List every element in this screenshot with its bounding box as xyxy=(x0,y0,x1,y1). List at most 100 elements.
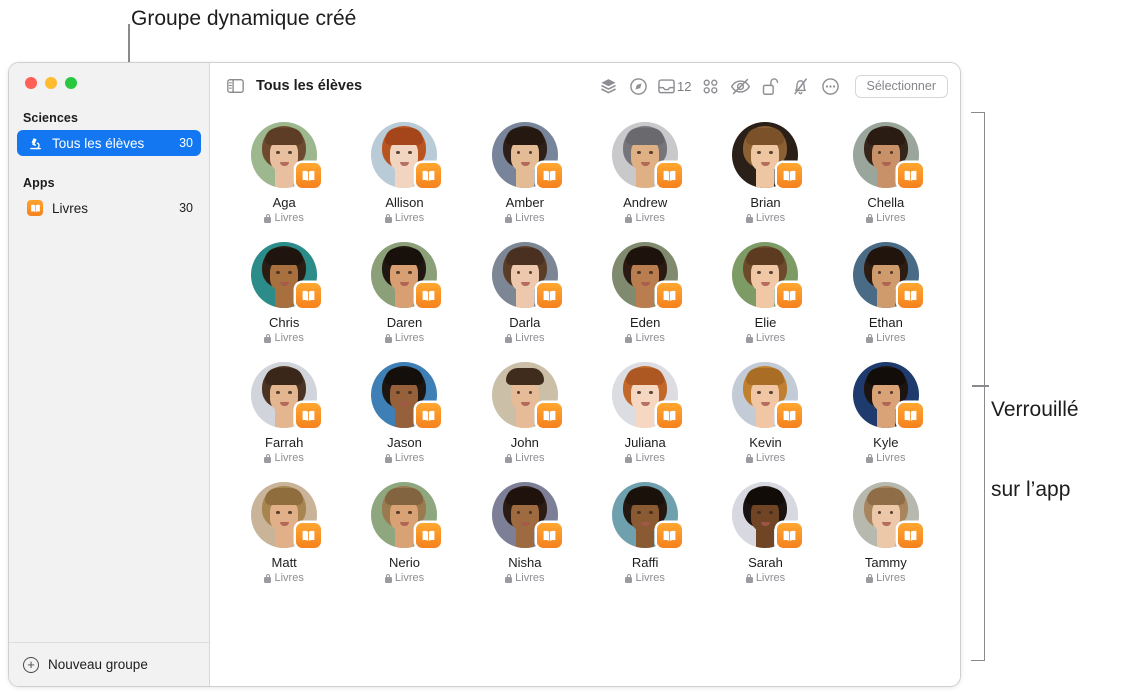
student-card[interactable]: Raffi Livres xyxy=(585,482,705,584)
student-card[interactable]: Nisha Livres xyxy=(465,482,585,584)
student-app-label: Livres xyxy=(515,332,545,344)
sidebar-item-livres[interactable]: Livres 30 xyxy=(17,195,201,221)
student-card[interactable]: Amber Livres xyxy=(465,122,585,224)
students-grid: Aga Livres Allison Livres Amber Livres Andrew L… xyxy=(210,109,960,584)
lock-icon xyxy=(505,573,513,583)
avatar-wrapper xyxy=(732,242,803,308)
student-app-label: Livres xyxy=(274,452,304,464)
student-app-label: Livres xyxy=(394,572,425,584)
bell-slash-icon[interactable] xyxy=(786,72,816,100)
avatar-wrapper xyxy=(371,362,442,428)
student-card[interactable]: Juliana Livres xyxy=(585,362,705,464)
sidebar-section-header-sciences: Sciences xyxy=(23,111,79,125)
student-name: Daren xyxy=(386,315,423,330)
minimize-window-button[interactable] xyxy=(45,77,57,89)
new-group-label: Nouveau groupe xyxy=(48,657,148,672)
student-card[interactable]: Ethan Livres xyxy=(826,242,946,344)
student-locked-app: Livres xyxy=(866,572,906,584)
student-name: John xyxy=(510,435,539,450)
student-locked-app: Livres xyxy=(505,572,545,584)
student-name: Matt xyxy=(271,555,297,570)
student-card[interactable]: John Livres xyxy=(465,362,585,464)
student-name: Aga xyxy=(272,195,296,210)
books-app-badge-icon xyxy=(296,163,322,188)
sidebar: Sciences Tous les élèves 30 Apps Livres … xyxy=(9,63,210,686)
sidebar-item-tous-les-eleves[interactable]: Tous les élèves 30 xyxy=(17,130,201,156)
annotation-right-label: Verrouillé sur l’app xyxy=(991,343,1079,558)
books-app-badge-icon xyxy=(416,403,442,428)
books-app-badge-icon xyxy=(536,163,562,188)
student-card[interactable]: Chris Livres xyxy=(224,242,344,344)
avatar-wrapper xyxy=(852,362,923,428)
student-card[interactable]: Jason Livres xyxy=(344,362,464,464)
student-card[interactable]: Allison Livres xyxy=(344,122,464,224)
tray-button[interactable]: 12 xyxy=(653,72,695,100)
lock-icon xyxy=(866,573,874,583)
window-traffic-lights xyxy=(9,63,209,89)
close-window-button[interactable] xyxy=(25,77,37,89)
grid-icon[interactable] xyxy=(696,72,726,100)
student-name: Raffi xyxy=(631,555,659,570)
sidebar-toggle-icon[interactable] xyxy=(224,72,246,100)
student-app-label: Livres xyxy=(755,452,786,464)
lock-icon xyxy=(264,213,272,223)
student-app-label: Livres xyxy=(876,212,906,224)
new-group-button[interactable]: + Nouveau groupe xyxy=(9,642,209,686)
books-app-badge-icon xyxy=(416,163,442,188)
plus-circle-icon: + xyxy=(23,656,39,673)
student-locked-app: Livres xyxy=(745,572,786,584)
zoom-window-button[interactable] xyxy=(65,77,77,89)
lock-icon xyxy=(505,213,513,223)
lock-icon xyxy=(264,453,272,463)
student-name: Brian xyxy=(750,195,781,210)
student-app-label: Livres xyxy=(876,332,906,344)
select-button[interactable]: Sélectionner xyxy=(854,74,948,98)
ellipsis-circle-icon[interactable] xyxy=(816,72,846,100)
student-name: Farrah xyxy=(265,435,304,450)
student-card[interactable]: Farrah Livres xyxy=(224,362,344,464)
student-app-label: Livres xyxy=(876,452,906,464)
student-card[interactable]: Sarah Livres xyxy=(705,482,825,584)
lock-icon xyxy=(264,333,272,343)
avatar-wrapper xyxy=(612,122,683,188)
student-name: Chris xyxy=(268,315,300,330)
student-card[interactable]: Chella Livres xyxy=(826,122,946,224)
toolbar: Tous les élèves 12 Sélectionner xyxy=(210,63,960,109)
student-card[interactable]: Darla Livres xyxy=(465,242,585,344)
lock-icon xyxy=(745,453,753,463)
student-app-label: Livres xyxy=(755,572,786,584)
books-app-badge-icon xyxy=(657,403,683,428)
student-name: Juliana xyxy=(624,435,666,450)
lock-open-icon[interactable] xyxy=(756,72,786,100)
avatar-wrapper xyxy=(251,362,322,428)
annotation-top-label: Groupe dynamique créé xyxy=(131,7,357,30)
avatar-wrapper xyxy=(251,122,322,188)
avatar-wrapper xyxy=(852,482,923,548)
student-card[interactable]: Matt Livres xyxy=(224,482,344,584)
student-card[interactable]: Kyle Livres xyxy=(826,362,946,464)
books-app-badge-icon xyxy=(536,403,562,428)
student-card[interactable]: Tammy Livres xyxy=(826,482,946,584)
student-locked-app: Livres xyxy=(625,572,665,584)
eye-slash-icon[interactable] xyxy=(726,72,756,100)
student-app-label: Livres xyxy=(635,572,665,584)
student-name: Nisha xyxy=(508,555,542,570)
student-card[interactable]: Elie Livres xyxy=(705,242,825,344)
sidebar-item-label: Tous les élèves xyxy=(52,135,145,151)
page-title: Tous les élèves xyxy=(256,78,363,94)
student-card[interactable]: Eden Livres xyxy=(585,242,705,344)
student-card[interactable]: Nerio Livres xyxy=(344,482,464,584)
avatar-wrapper xyxy=(251,482,322,548)
lock-icon xyxy=(264,573,272,583)
student-card[interactable]: Aga Livres xyxy=(224,122,344,224)
navigate-icon[interactable] xyxy=(623,72,653,100)
lock-icon xyxy=(505,333,513,343)
student-card[interactable]: Andrew Livres xyxy=(585,122,705,224)
student-card[interactable]: Brian Livres xyxy=(705,122,825,224)
student-card[interactable]: Daren Livres xyxy=(344,242,464,344)
student-locked-app: Livres xyxy=(745,212,785,224)
layers-icon[interactable] xyxy=(593,72,623,100)
avatar-wrapper xyxy=(371,482,442,548)
student-card[interactable]: Kevin Livres xyxy=(705,362,825,464)
